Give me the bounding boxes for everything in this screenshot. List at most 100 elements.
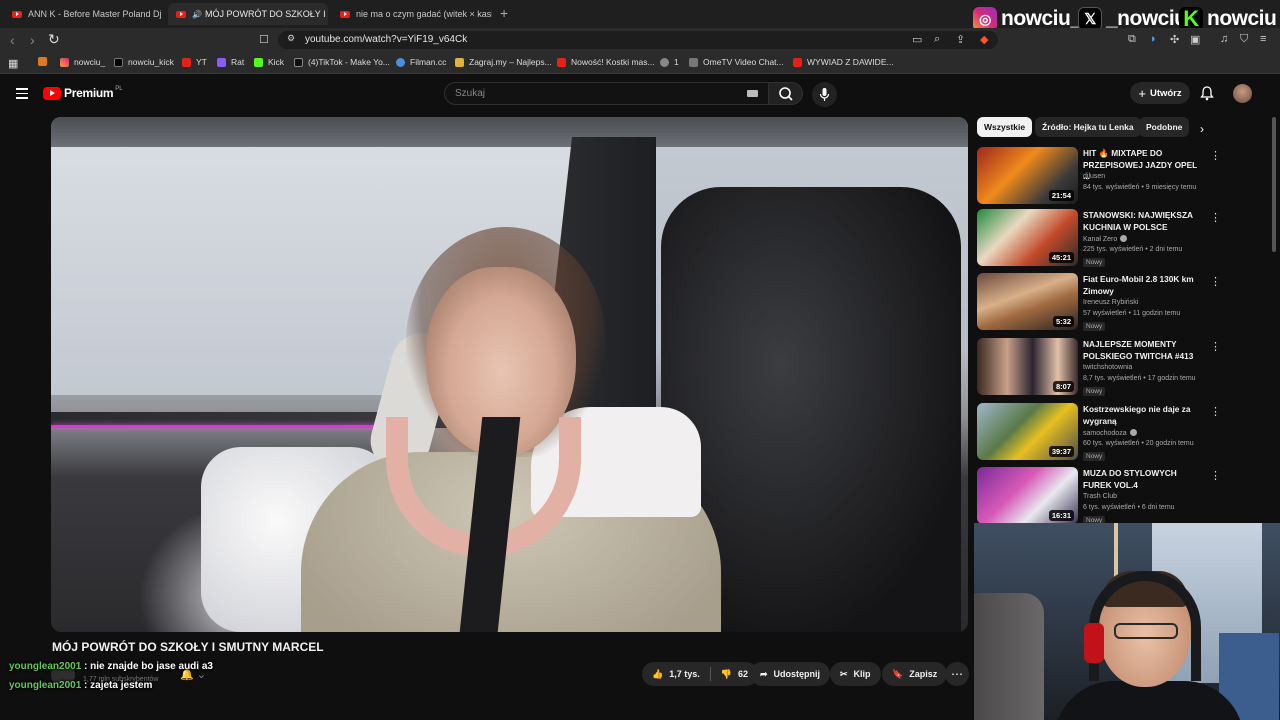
browser-menu-icon[interactable]: ≡ xyxy=(1260,33,1266,45)
bookmark-item[interactable]: Nowość! Kostki mas... xyxy=(557,57,655,67)
new-badge: Nowy xyxy=(1083,387,1106,396)
forward-arrow-icon[interactable]: › xyxy=(30,32,35,48)
browser-tab[interactable]: nie ma o czym gadać (witek × kasix xyxy=(332,3,492,25)
save-button[interactable]: 🔖 Zapisz xyxy=(882,662,948,686)
chip-similar[interactable]: Podobne xyxy=(1139,117,1190,137)
chevron-right-icon[interactable]: › xyxy=(1200,122,1204,136)
bookmark-item[interactable]: Zagraj.my – Najleps... xyxy=(455,57,552,67)
bookmark-item[interactable]: Kick xyxy=(254,57,284,67)
reload-icon[interactable]: ↻ xyxy=(48,31,60,48)
browser-tab[interactable]: ANN K - Before Master Poland Dj Ba xyxy=(4,3,164,25)
search-button[interactable] xyxy=(768,82,803,105)
duration-badge: 45:21 xyxy=(1048,252,1074,263)
sidebar-icon[interactable]: ▣ xyxy=(1190,33,1200,46)
youtube-favicon-icon xyxy=(176,10,186,18)
rec-meta: 57 wyświetleń • 11 godzin temu xyxy=(1083,310,1181,317)
bookmark-item[interactable]: nowciu_ xyxy=(60,57,105,67)
search-input[interactable]: Szukaj xyxy=(444,82,769,105)
create-label: Utwórz xyxy=(1149,87,1182,99)
more-options-icon[interactable]: ⋮ xyxy=(1210,405,1221,418)
zoom-icon[interactable]: ⌕ xyxy=(934,33,940,46)
thumb-up-icon[interactable]: 👍 xyxy=(652,669,663,680)
plus-icon: + xyxy=(1138,85,1146,101)
search-placeholder: Szukaj xyxy=(455,88,486,99)
youtube-premium-logo[interactable]: Premium PL xyxy=(43,86,123,100)
rec-title[interactable]: MUZA DO STYLOWYCH FUREK VOL.4 xyxy=(1083,468,1201,491)
bookmark-item[interactable] xyxy=(38,57,52,66)
recommended-video[interactable]: 21:54 HIT 🔥 MIXTAPE DO PRZEPISOWEJ JAZDY… xyxy=(977,147,1221,207)
apps-grid-icon[interactable]: ▦ xyxy=(8,57,18,70)
more-options-icon[interactable]: ⋮ xyxy=(1210,469,1221,482)
video-thumbnail[interactable]: 45:21 xyxy=(977,209,1078,266)
scrollbar[interactable] xyxy=(1272,117,1276,252)
video-player[interactable] xyxy=(51,117,968,632)
like-count[interactable]: 1,7 tys. xyxy=(669,669,700,679)
rec-channel[interactable]: samochodoza xyxy=(1083,429,1137,437)
extension-icon[interactable]: ⧉ xyxy=(1128,33,1136,46)
new-tab-icon[interactable]: + xyxy=(500,5,508,21)
rec-channel[interactable]: Trash Club xyxy=(1083,493,1117,500)
notifications-bell-icon[interactable] xyxy=(1200,85,1214,101)
video-thumbnail[interactable]: 16:31 xyxy=(977,467,1078,524)
site-info-icon[interactable]: ⚙ xyxy=(287,33,295,44)
rec-channel[interactable]: Ireneusz Rybiński xyxy=(1083,299,1138,306)
video-thumbnail[interactable]: 21:54 xyxy=(977,147,1078,204)
more-actions-icon[interactable]: ⋯ xyxy=(945,662,969,686)
rec-meta: 84 tys. wyświetleń • 9 miesięcy temu xyxy=(1083,184,1197,191)
bookmark-item[interactable]: (4)TikTok - Make Yo... xyxy=(294,57,390,67)
chip-all[interactable]: Wszystkie xyxy=(977,117,1033,137)
rec-channel[interactable]: djlusen xyxy=(1083,173,1105,180)
browser-tab-active[interactable]: 🔊 MÓJ POWRÓT DO SZKOŁY I S ✕ xyxy=(168,3,328,25)
clip-label: Klip xyxy=(853,669,871,679)
video-thumbnail[interactable]: 39:37 xyxy=(977,403,1078,460)
keyboard-icon[interactable] xyxy=(747,90,758,97)
bookmark-item[interactable]: 1 xyxy=(660,57,679,67)
vpn-icon[interactable]: ⛉ xyxy=(1240,33,1248,46)
bookmark-item[interactable]: YT xyxy=(182,57,207,67)
menu-hamburger-icon[interactable] xyxy=(16,88,28,102)
bookmark-item[interactable]: WYWIAD Z DAWIDE... xyxy=(793,57,894,67)
rec-channel[interactable]: Kanał Zero xyxy=(1083,235,1128,243)
video-thumbnail[interactable]: 8:07 xyxy=(977,338,1078,395)
recommended-video[interactable]: 45:21 STANOWSKI: NAJWIĘKSZA KUCHNIA W PO… xyxy=(977,209,1221,269)
account-avatar[interactable] xyxy=(1233,84,1252,103)
rec-title[interactable]: NAJLEPSZE MOMENTY POLSKIEGO TWITCHA #413 xyxy=(1083,339,1201,362)
share-page-icon[interactable]: ⇪ xyxy=(956,33,965,46)
media-icon[interactable]: ♫ xyxy=(1220,33,1228,45)
rec-title[interactable]: Kostrzewskiego nie daje za wygraną xyxy=(1083,404,1201,427)
bookmark-item[interactable]: nowciu_kick xyxy=(114,57,174,67)
like-dislike-group: 👍 1,7 tys. 👎 62 xyxy=(642,662,758,686)
bookmark-item[interactable]: Rat xyxy=(217,57,244,67)
bookmark-page-icon[interactable]: ☐ xyxy=(259,33,269,46)
bookmark-item[interactable]: Filman.cc xyxy=(396,57,446,67)
voice-search-button[interactable] xyxy=(812,82,837,107)
brave-shield-icon[interactable]: ◆ xyxy=(980,33,988,46)
share-button[interactable]: ➦ Udostępnij xyxy=(750,662,831,686)
video-thumbnail[interactable]: 5:32 xyxy=(977,273,1078,330)
bookmark-item[interactable]: OmeTV Video Chat... xyxy=(689,57,784,67)
clip-button[interactable]: ✂ Klip xyxy=(830,662,881,686)
more-options-icon[interactable]: ⋮ xyxy=(1210,340,1221,353)
more-options-icon[interactable]: ⋮ xyxy=(1210,149,1221,162)
recommended-video[interactable]: 39:37 Kostrzewskiego nie daje za wygraną… xyxy=(977,403,1221,463)
video-scene-roof xyxy=(51,117,968,147)
more-options-icon[interactable]: ⋮ xyxy=(1210,211,1221,224)
thumb-down-icon[interactable]: 👎 xyxy=(721,669,732,680)
rec-title[interactable]: Fiat Euro-Mobil 2.8 130K km Zimowy xyxy=(1083,274,1201,297)
create-button[interactable]: + Utwórz xyxy=(1130,82,1190,104)
verified-icon xyxy=(1120,235,1128,242)
youtube-header: Premium PL Szukaj + Utwórz xyxy=(0,74,1280,114)
chip-source[interactable]: Źródło: Hejka tu Lenka xyxy=(1035,117,1141,137)
extensions-puzzle-icon[interactable]: ✣ xyxy=(1170,33,1179,46)
bookmarks-bar: ▦ nowciu_ nowciu_kick YT Rat Kick (4)Tik… xyxy=(0,52,1280,74)
recommended-video[interactable]: 16:31 MUZA DO STYLOWYCH FUREK VOL.4 Tras… xyxy=(977,467,1221,527)
streamer-webcam xyxy=(974,523,1280,720)
recommended-video[interactable]: 5:32 Fiat Euro-Mobil 2.8 130K km Zimowy … xyxy=(977,273,1221,333)
rec-title[interactable]: STANOWSKI: NAJWIĘKSZA KUCHNIA W POLSCE xyxy=(1083,210,1201,233)
recommended-video[interactable]: 8:07 NAJLEPSZE MOMENTY POLSKIEGO TWITCHA… xyxy=(977,338,1221,398)
back-arrow-icon[interactable]: ‹ xyxy=(10,32,15,48)
more-options-icon[interactable]: ⋮ xyxy=(1210,275,1221,288)
rec-channel[interactable]: twitchshotownia xyxy=(1083,364,1132,371)
extension-icon[interactable]: ◗ xyxy=(1150,33,1157,45)
cast-icon[interactable]: ▭ xyxy=(912,33,922,46)
